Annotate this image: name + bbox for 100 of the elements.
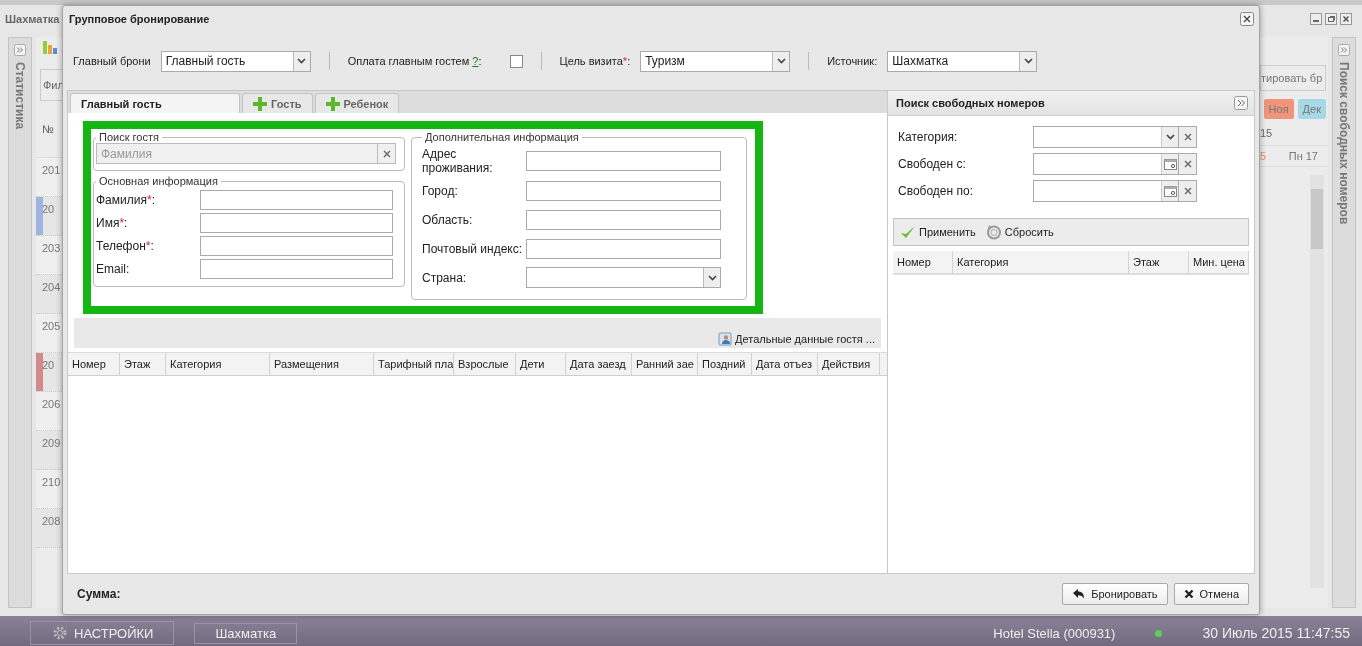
- dialog-title: Групповое бронирование: [69, 13, 210, 25]
- input-field[interactable]: [1033, 180, 1179, 202]
- cancel-button[interactable]: Отмена: [1173, 583, 1249, 605]
- select-field[interactable]: Шахматка: [887, 50, 1038, 72]
- field-label: Цель визита*:: [559, 55, 631, 67]
- room-number: 203: [41, 242, 61, 254]
- select-field[interactable]: [526, 267, 721, 288]
- column-header[interactable]: Категория: [166, 353, 270, 375]
- input-field[interactable]: [1033, 126, 1179, 148]
- column-header[interactable]: Дети: [516, 353, 566, 375]
- calendar-icon: [1163, 185, 1177, 197]
- search-field[interactable]: Фамилия: [96, 143, 377, 164]
- chevron-down-icon: [1023, 58, 1033, 64]
- room-number: 205: [41, 320, 61, 332]
- book-button[interactable]: Бронировать: [1062, 583, 1168, 605]
- calendar-icon: [1163, 158, 1177, 170]
- fieldset-legend: Основная информация: [96, 175, 221, 187]
- restore-icon[interactable]: [1325, 13, 1337, 25]
- collapse-icon[interactable]: [1234, 96, 1248, 110]
- details-link[interactable]: Детальные данные гостя ...: [718, 332, 875, 346]
- panel-title: Поиск свободных номеров: [1337, 62, 1351, 225]
- input-field[interactable]: [526, 151, 721, 171]
- close-icon: [1183, 589, 1194, 599]
- tab[interactable]: Ребенок: [314, 93, 400, 113]
- gear-icon: [51, 624, 69, 642]
- plus-icon: [253, 96, 267, 111]
- column-header[interactable]: Номер: [68, 353, 120, 375]
- chevron-down-icon: [1165, 134, 1175, 140]
- expand-icon[interactable]: [14, 44, 26, 56]
- column-header[interactable]: Номер: [893, 251, 953, 273]
- field-label: Главный брони: [73, 55, 151, 67]
- clear-button[interactable]: [377, 143, 396, 164]
- edit-button[interactable]: тировать бр: [1260, 65, 1326, 91]
- field-label: Почтовый индекс:: [422, 241, 524, 256]
- checkbox[interactable]: [509, 54, 523, 68]
- undo-arrow-icon: [1072, 588, 1086, 600]
- column-header[interactable]: Поздний: [698, 353, 752, 375]
- input-field[interactable]: [200, 213, 393, 233]
- clear-icon[interactable]: [1183, 133, 1192, 141]
- select-field[interactable]: Главный гость: [160, 50, 311, 72]
- column-header[interactable]: Ранний зае: [632, 353, 698, 375]
- day-header: Пн 17: [1288, 150, 1319, 162]
- room-number: 206: [41, 398, 61, 410]
- column-header[interactable]: Мин. цена: [1189, 251, 1249, 273]
- clear-icon[interactable]: [382, 149, 391, 158]
- scrollbar[interactable]: [1310, 175, 1324, 588]
- close-icon[interactable]: [1240, 12, 1254, 26]
- column-header[interactable]: Дата заезд: [566, 353, 632, 375]
- chevron-down-icon: [776, 58, 786, 64]
- expand-icon[interactable]: [1338, 44, 1350, 56]
- clear-icon[interactable]: [1183, 187, 1192, 195]
- field-label: Адрес проживания:: [422, 147, 494, 175]
- room-number: 210: [41, 476, 61, 488]
- chevron-down-icon: [707, 274, 717, 281]
- input-field[interactable]: [526, 209, 721, 230]
- check-icon: [900, 225, 916, 239]
- hotel-name: Hotel Stella (000931): [993, 625, 1116, 641]
- column-header[interactable]: Этаж: [120, 353, 166, 375]
- field-label: Страна:: [422, 270, 468, 285]
- room-number: 208: [41, 515, 61, 527]
- input-field[interactable]: [200, 236, 393, 256]
- contact-card-icon: [718, 332, 733, 346]
- taskbar-item[interactable]: НАСТРОЙКИ: [30, 621, 175, 645]
- reset-button[interactable]: Сбросить: [985, 224, 1054, 240]
- field-label: Область:: [422, 212, 474, 227]
- tab[interactable]: Гость: [242, 93, 313, 113]
- room-number: 201: [41, 164, 61, 176]
- date-time: 30 Июль 2015 11:47:55: [1202, 625, 1350, 641]
- column-header[interactable]: Дата отъез: [752, 353, 818, 375]
- input-field[interactable]: [1033, 153, 1179, 175]
- column-header[interactable]: Категория: [953, 251, 1129, 273]
- apply-button[interactable]: Применить: [900, 225, 976, 239]
- field-label: Свободен с:: [898, 157, 967, 171]
- column-header[interactable]: Взрослые: [454, 353, 516, 375]
- date-header: 15: [1260, 127, 1274, 139]
- room-number: 209: [41, 437, 61, 449]
- fieldset-legend: Поиск гостя: [96, 131, 162, 143]
- column-header[interactable]: Этаж: [1129, 251, 1189, 273]
- day-header: 5: [1260, 150, 1268, 162]
- input-field[interactable]: [200, 259, 393, 279]
- field-label: Email:: [96, 262, 131, 276]
- select-field[interactable]: Туризм: [640, 50, 791, 72]
- clear-icon[interactable]: [1183, 160, 1192, 168]
- input-field[interactable]: [200, 190, 393, 210]
- column-header[interactable]: Тарифный пла: [374, 353, 454, 375]
- panel-title: Поиск свободных номеров: [896, 97, 1045, 109]
- minimize-icon[interactable]: [1310, 13, 1322, 25]
- column-header[interactable]: Размещения: [270, 353, 374, 375]
- taskbar-item[interactable]: Шахматка: [194, 622, 298, 644]
- field-label: Свободен по:: [898, 184, 974, 198]
- room-number: 20: [41, 203, 55, 215]
- window-title: Шахматка: [5, 13, 60, 25]
- input-field[interactable]: [526, 180, 721, 201]
- column-header[interactable]: Действия: [818, 353, 880, 375]
- close-icon[interactable]: [1340, 13, 1352, 25]
- bar-chart-icon[interactable]: [42, 39, 58, 55]
- plus-icon: [325, 96, 340, 111]
- reset-icon: [985, 224, 1002, 240]
- input-field[interactable]: [526, 238, 721, 259]
- tab[interactable]: Главный гость: [70, 93, 240, 113]
